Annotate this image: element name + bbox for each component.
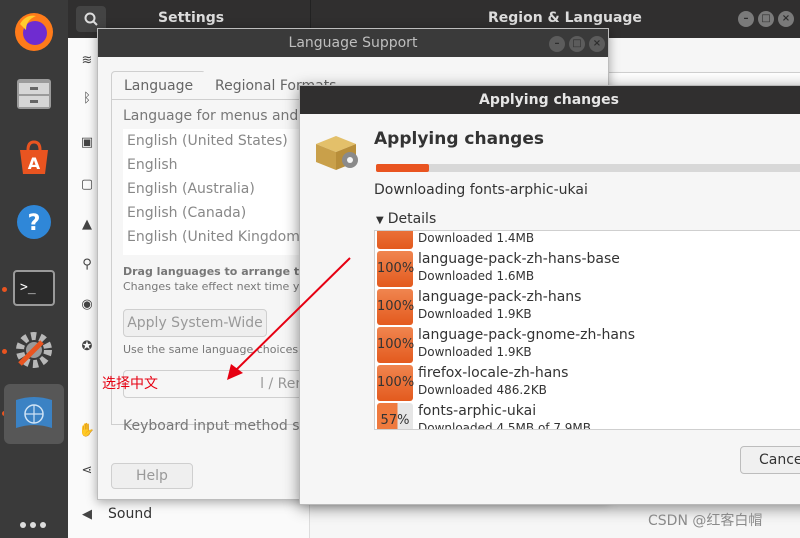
watermark: CSDN @红客白帽: [648, 513, 763, 529]
annotation-label: 选择中文: [102, 376, 158, 392]
annotation-arrow: [227, 257, 351, 380]
